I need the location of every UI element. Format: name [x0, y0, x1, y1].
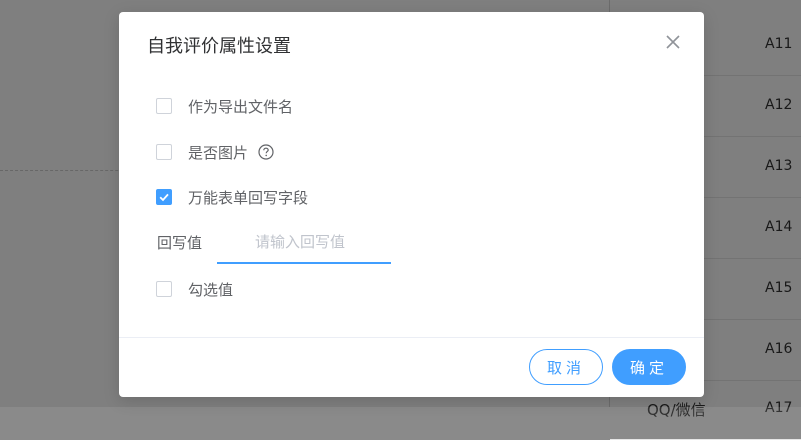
export-filename-checkbox[interactable]: [156, 98, 172, 114]
check-value-checkbox[interactable]: [156, 281, 172, 297]
writeback-value-label: 回写值: [157, 234, 203, 252]
option-check-value[interactable]: 勾选值: [156, 278, 233, 300]
confirm-button[interactable]: 确定: [612, 349, 686, 385]
form-writeback-label: 万能表单回写字段: [188, 188, 309, 207]
form-writeback-checkbox[interactable]: [156, 189, 172, 205]
writeback-value-input[interactable]: [217, 222, 391, 264]
option-is-image[interactable]: 是否图片: [156, 141, 274, 163]
close-button[interactable]: [663, 32, 683, 52]
checkmark-icon: [159, 193, 169, 202]
attribute-settings-dialog: 自我评价属性设置 作为导出文件名 是否图片 万能表单回写字段 回写值 勾选值 取: [119, 12, 704, 397]
question-circle-icon[interactable]: [258, 144, 274, 160]
export-filename-label: 作为导出文件名: [188, 97, 294, 116]
close-icon: [666, 35, 680, 49]
option-export-filename[interactable]: 作为导出文件名: [156, 95, 293, 117]
cancel-button[interactable]: 取消: [529, 349, 603, 385]
is-image-checkbox[interactable]: [156, 144, 172, 160]
check-value-label: 勾选值: [188, 280, 234, 299]
is-image-label: 是否图片: [188, 143, 249, 162]
dialog-footer-divider: [119, 337, 704, 338]
dialog-title: 自我评价属性设置: [147, 36, 291, 57]
option-form-writeback[interactable]: 万能表单回写字段: [156, 186, 308, 208]
